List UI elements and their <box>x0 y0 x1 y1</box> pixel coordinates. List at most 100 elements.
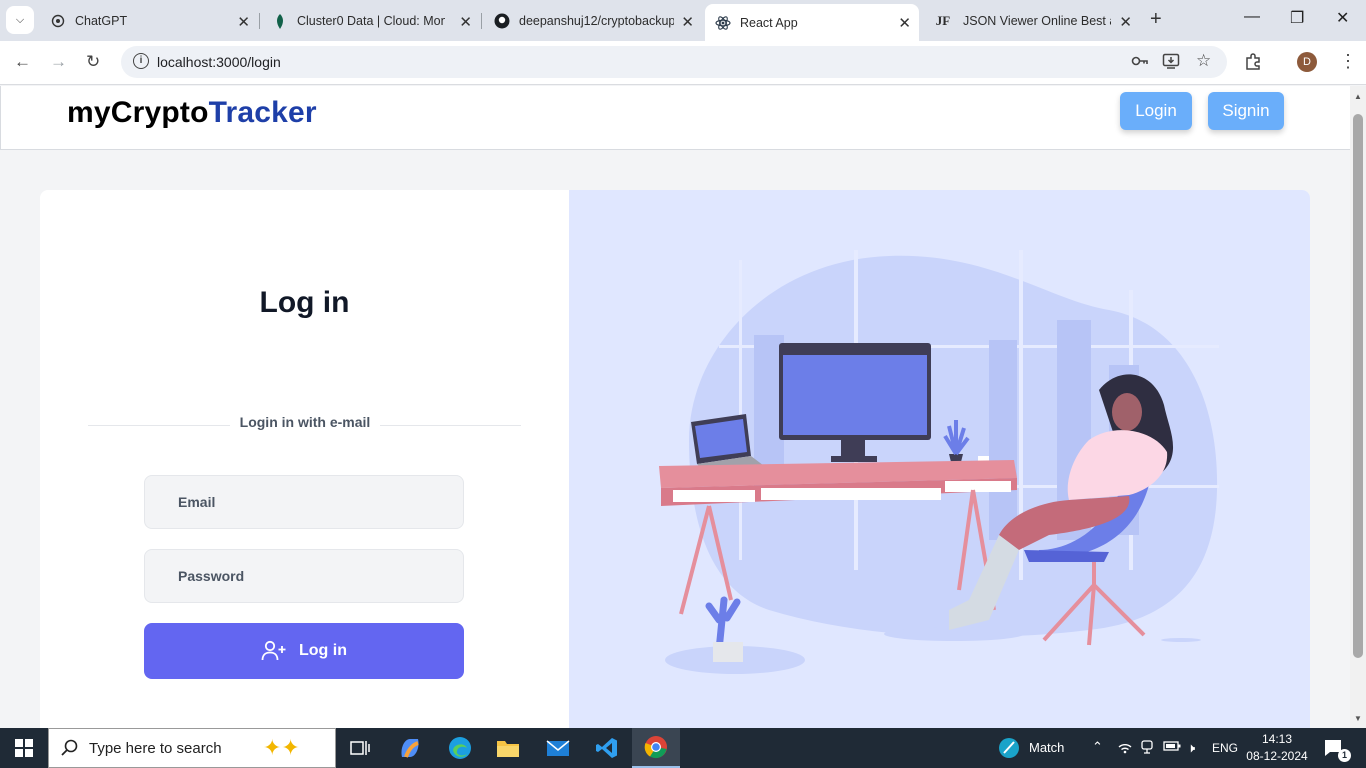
restore-icon[interactable]: ❐ <box>1290 8 1304 28</box>
tab-json-viewer[interactable]: JF JSON Viewer Online Best and ✕ <box>922 6 1140 36</box>
workspace-illustration <box>659 250 1219 674</box>
install-app-icon[interactable] <box>1162 52 1180 74</box>
back-icon[interactable]: ← <box>14 52 31 72</box>
volume-icon[interactable]: 🕨 <box>1187 740 1195 756</box>
browser-tab-strip: ⌵ ChatGPT ✕ Cluster0 Data | Cloud: Mongo… <box>0 0 1366 41</box>
tab-react-app[interactable]: React App ✕ <box>705 4 919 41</box>
task-view-icon[interactable] <box>336 728 384 768</box>
desk-drawer <box>761 488 941 500</box>
tab-chatgpt[interactable]: ChatGPT ✕ <box>40 6 258 36</box>
tab-separator <box>259 13 260 29</box>
windows-start-button[interactable] <box>0 728 48 768</box>
monitor-stand <box>841 440 865 458</box>
site-navbar: myCryptoTracker Login Signin <box>0 86 1350 150</box>
search-icon <box>61 739 79 762</box>
battery-icon[interactable] <box>1163 740 1181 755</box>
weather-widget-label[interactable]: Match <box>1029 740 1064 755</box>
profile-avatar[interactable]: D <box>1297 52 1317 72</box>
copilot-sparkle-icon: ✦✦ <box>263 735 300 760</box>
floor-shadow <box>1161 638 1201 642</box>
mail-app-icon[interactable] <box>534 728 582 768</box>
person-face <box>1112 393 1142 431</box>
desk-drawer <box>673 490 755 502</box>
chatgpt-icon <box>50 13 66 29</box>
window-frame <box>739 260 742 560</box>
close-tab-icon[interactable]: ✕ <box>898 14 911 32</box>
chrome-browser-icon[interactable] <box>632 728 680 768</box>
tab-title: deepanshuj12/cryptobackup <box>519 14 674 28</box>
vscode-icon[interactable] <box>583 728 631 768</box>
file-explorer-icon[interactable] <box>484 728 532 768</box>
meet-now-icon[interactable] <box>1140 740 1154 757</box>
login-submit-button[interactable]: Log in <box>144 623 464 679</box>
logo-accent-text: Tracker <box>208 96 317 129</box>
add-user-icon <box>261 640 286 661</box>
copilot-app-icon[interactable] <box>386 728 434 768</box>
floor-shadow <box>884 627 1024 641</box>
logo-text: myCrypto <box>67 96 209 129</box>
address-bar[interactable]: i localhost:3000/login ☆ <box>121 46 1227 78</box>
tab-search-button[interactable]: ⌵ <box>6 6 34 34</box>
close-tab-icon[interactable]: ✕ <box>237 13 250 31</box>
github-icon <box>494 13 510 29</box>
bookmark-star-icon[interactable]: ☆ <box>1196 51 1211 71</box>
url-text: localhost:3000/login <box>157 54 281 70</box>
jsonformatter-icon: JF <box>935 13 951 28</box>
login-nav-button[interactable]: Login <box>1120 92 1192 130</box>
close-window-icon[interactable]: ✕ <box>1336 8 1349 28</box>
scroll-up-icon[interactable]: ▲ <box>1354 92 1362 101</box>
language-indicator[interactable]: ENG <box>1212 741 1238 755</box>
notification-count-badge: 1 <box>1338 749 1351 762</box>
tab-title: Cluster0 Data | Cloud: MongoDB <box>297 14 445 28</box>
taskbar-search-box[interactable]: Type here to search ✦✦ <box>48 728 336 768</box>
page-viewport: myCryptoTracker Login Signin Log in Logi… <box>0 86 1350 728</box>
tab-separator <box>481 13 482 29</box>
cricket-weather-icon[interactable] <box>998 737 1020 762</box>
plant-pot <box>949 454 963 462</box>
forward-icon[interactable]: → <box>50 52 67 72</box>
mongodb-leaf-icon <box>272 13 288 29</box>
new-tab-icon[interactable]: + <box>1150 8 1162 31</box>
site-logo[interactable]: myCryptoTracker <box>67 96 317 130</box>
tab-mongodb[interactable]: Cluster0 Data | Cloud: MongoDB ✕ <box>262 6 480 36</box>
taskbar-clock[interactable]: 14:13 08-12-2024 <box>1242 731 1312 765</box>
monitor-base <box>831 456 877 462</box>
signin-nav-button[interactable]: Signin <box>1208 92 1284 130</box>
wifi-icon[interactable] <box>1117 740 1133 757</box>
close-tab-icon[interactable]: ✕ <box>1119 13 1132 31</box>
email-field[interactable] <box>144 475 464 529</box>
monitor-screen <box>783 355 927 435</box>
reload-icon[interactable]: ↻ <box>86 52 100 72</box>
site-info-icon[interactable]: i <box>133 53 149 69</box>
desk-drawer <box>945 481 1011 492</box>
clock-date: 08-12-2024 <box>1246 749 1308 763</box>
clock-time: 14:13 <box>1261 732 1293 746</box>
scroll-down-icon[interactable]: ▼ <box>1354 714 1362 723</box>
browser-toolbar: ← → ↻ i localhost:3000/login ☆ ⋮ <box>0 41 1366 85</box>
login-submit-label: Log in <box>299 642 347 659</box>
search-placeholder: Type here to search <box>89 740 222 757</box>
page-scrollbar[interactable]: ▲ ▼ <box>1350 86 1366 728</box>
password-field[interactable] <box>144 549 464 603</box>
tab-github[interactable]: deepanshuj12/cryptobackup ✕ <box>484 6 702 36</box>
close-tab-icon[interactable]: ✕ <box>459 13 472 31</box>
tab-title: JSON Viewer Online Best and <box>963 14 1111 28</box>
extensions-icon[interactable] <box>1244 53 1262 76</box>
show-hidden-icons-chevron[interactable]: ⌃ <box>1092 739 1103 755</box>
windows-logo-icon <box>15 739 33 757</box>
password-key-icon[interactable] <box>1131 52 1149 74</box>
login-form-panel: Log in Login in with e-mail Log in <box>40 190 569 728</box>
browser-menu-icon[interactable]: ⋮ <box>1339 51 1357 72</box>
cactus-pot <box>713 642 743 662</box>
close-tab-icon[interactable]: ✕ <box>681 13 694 31</box>
scrollbar-thumb[interactable] <box>1353 114 1363 658</box>
windows-taskbar: Type here to search ✦✦ Match ⌃ 🕨 ENG 14:… <box>0 728 1366 768</box>
page-title: Log in <box>259 286 350 319</box>
minimize-icon[interactable]: — <box>1244 8 1260 26</box>
login-card: Log in Login in with e-mail Log in <box>40 190 1310 728</box>
divider-label: Login in with e-mail <box>230 414 380 430</box>
chair-seat <box>1024 550 1109 562</box>
city-building <box>989 340 1017 540</box>
edge-browser-icon[interactable] <box>436 728 484 768</box>
chevron-down-icon: ⌵ <box>15 13 25 26</box>
